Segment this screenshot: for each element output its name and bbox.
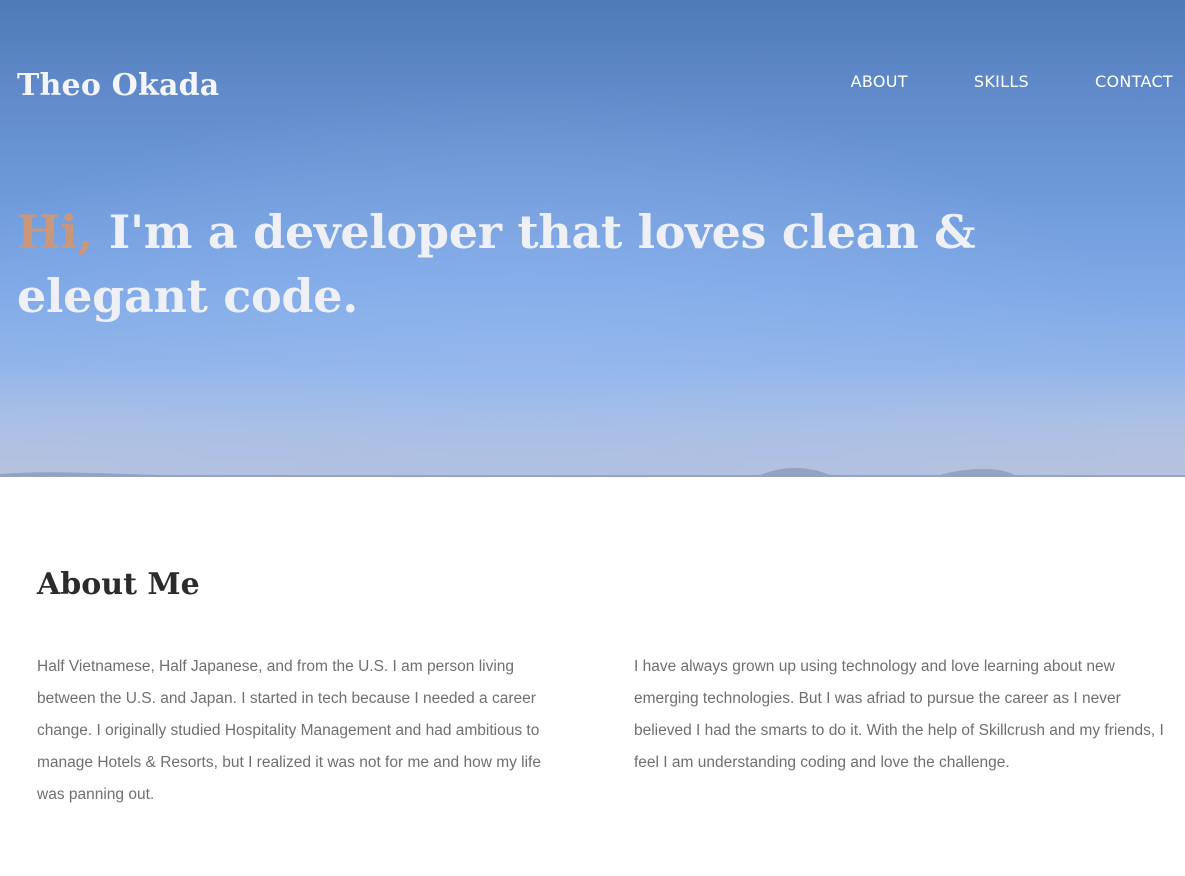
nav-link-skills[interactable]: SKILLS bbox=[974, 72, 1029, 91]
about-title: About Me bbox=[37, 567, 200, 602]
nav-link-contact[interactable]: CONTACT bbox=[1095, 72, 1173, 91]
hero-section: Theo Okada ABOUT SKILLS CONTACT Hi, I'm … bbox=[0, 0, 1185, 477]
nav-item-skills: SKILLS bbox=[974, 72, 1029, 92]
site-logo[interactable]: Theo Okada bbox=[17, 68, 219, 103]
about-paragraph-right: I have always grown up using technology … bbox=[634, 658, 1164, 771]
about-paragraph-left: Half Vietnamese, Half Japanese, and from… bbox=[37, 658, 541, 803]
about-section: About Me Half Vietnamese, Half Japanese,… bbox=[0, 477, 1185, 876]
hero-greeting: Hi, bbox=[17, 205, 94, 259]
nav-link-about[interactable]: ABOUT bbox=[851, 72, 908, 91]
hero-headline: Hi, I'm a developer that loves clean & e… bbox=[17, 200, 977, 328]
hero-mountain-silhouette bbox=[0, 467, 1185, 477]
hero-headline-text: I'm a developer that loves clean & elega… bbox=[17, 205, 976, 323]
nav-item-contact: CONTACT bbox=[1095, 72, 1173, 92]
hero-haze bbox=[0, 367, 1185, 477]
nav-item-about: ABOUT bbox=[851, 72, 908, 92]
main-nav: ABOUT SKILLS CONTACT bbox=[851, 72, 1173, 92]
